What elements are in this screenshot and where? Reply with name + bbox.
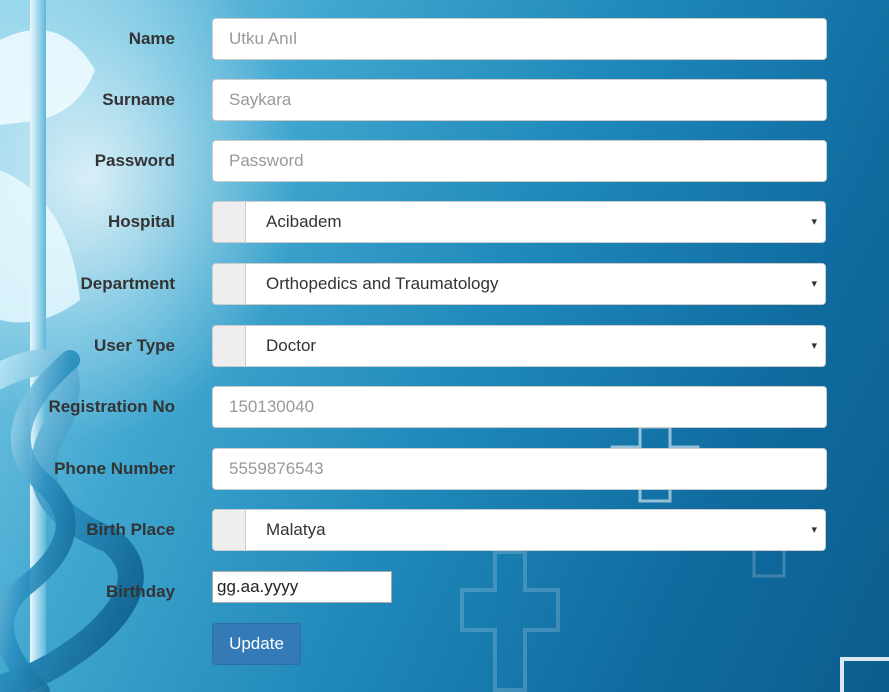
department-row: Department Orthopedics and Traumatology … <box>0 263 889 305</box>
department-selected-value: Orthopedics and Traumatology <box>266 274 499 293</box>
chevron-down-icon: ▾ <box>811 524 817 536</box>
birth-place-label: Birth Place <box>86 520 175 539</box>
birthday-label: Birthday <box>106 582 175 601</box>
hospital-selected-value: Acibadem <box>266 212 342 231</box>
hospital-row: Hospital Acibadem ▾ <box>0 201 889 243</box>
name-label: Name <box>128 29 175 48</box>
user-type-row: User Type Doctor ▾ <box>0 325 889 367</box>
user-type-select[interactable]: Doctor ▾ <box>212 325 826 367</box>
user-type-label: User Type <box>94 336 175 355</box>
name-input[interactable] <box>212 18 827 60</box>
hospital-label: Hospital <box>107 212 175 231</box>
plus-icon <box>840 657 889 692</box>
phone-number-label: Phone Number <box>54 459 175 478</box>
phone-number-row: Phone Number <box>0 448 889 490</box>
input-group-addon <box>213 202 246 242</box>
surname-label: Surname <box>102 90 175 109</box>
phone-number-input[interactable] <box>212 448 827 490</box>
chevron-down-icon: ▾ <box>811 216 817 228</box>
surname-input[interactable] <box>212 79 827 121</box>
surname-row: Surname <box>0 79 889 121</box>
update-button[interactable]: Update <box>212 623 301 665</box>
name-row: Name <box>0 18 889 60</box>
input-group-addon <box>213 264 246 304</box>
department-label: Department <box>80 274 175 293</box>
user-type-selected-value: Doctor <box>266 336 317 355</box>
birth-place-select[interactable]: Malatya ▾ <box>212 509 826 551</box>
input-group-addon <box>213 326 246 366</box>
password-row: Password <box>0 140 889 182</box>
registration-no-row: Registration No <box>0 386 889 428</box>
birthday-row: Birthday gg.aa.yyyy <box>0 571 889 613</box>
registration-no-input[interactable] <box>212 386 827 428</box>
registration-no-label: Registration No <box>48 397 175 416</box>
chevron-down-icon: ▾ <box>811 340 817 352</box>
password-input[interactable] <box>212 140 827 182</box>
birth-place-row: Birth Place Malatya ▾ <box>0 509 889 551</box>
password-label: Password <box>94 151 175 170</box>
hospital-select[interactable]: Acibadem ▾ <box>212 201 826 243</box>
input-group-addon <box>213 510 246 550</box>
birthday-date-input[interactable]: gg.aa.yyyy <box>212 571 392 603</box>
birth-place-selected-value: Malatya <box>266 520 326 539</box>
chevron-down-icon: ▾ <box>811 278 817 290</box>
department-select[interactable]: Orthopedics and Traumatology ▾ <box>212 263 826 305</box>
